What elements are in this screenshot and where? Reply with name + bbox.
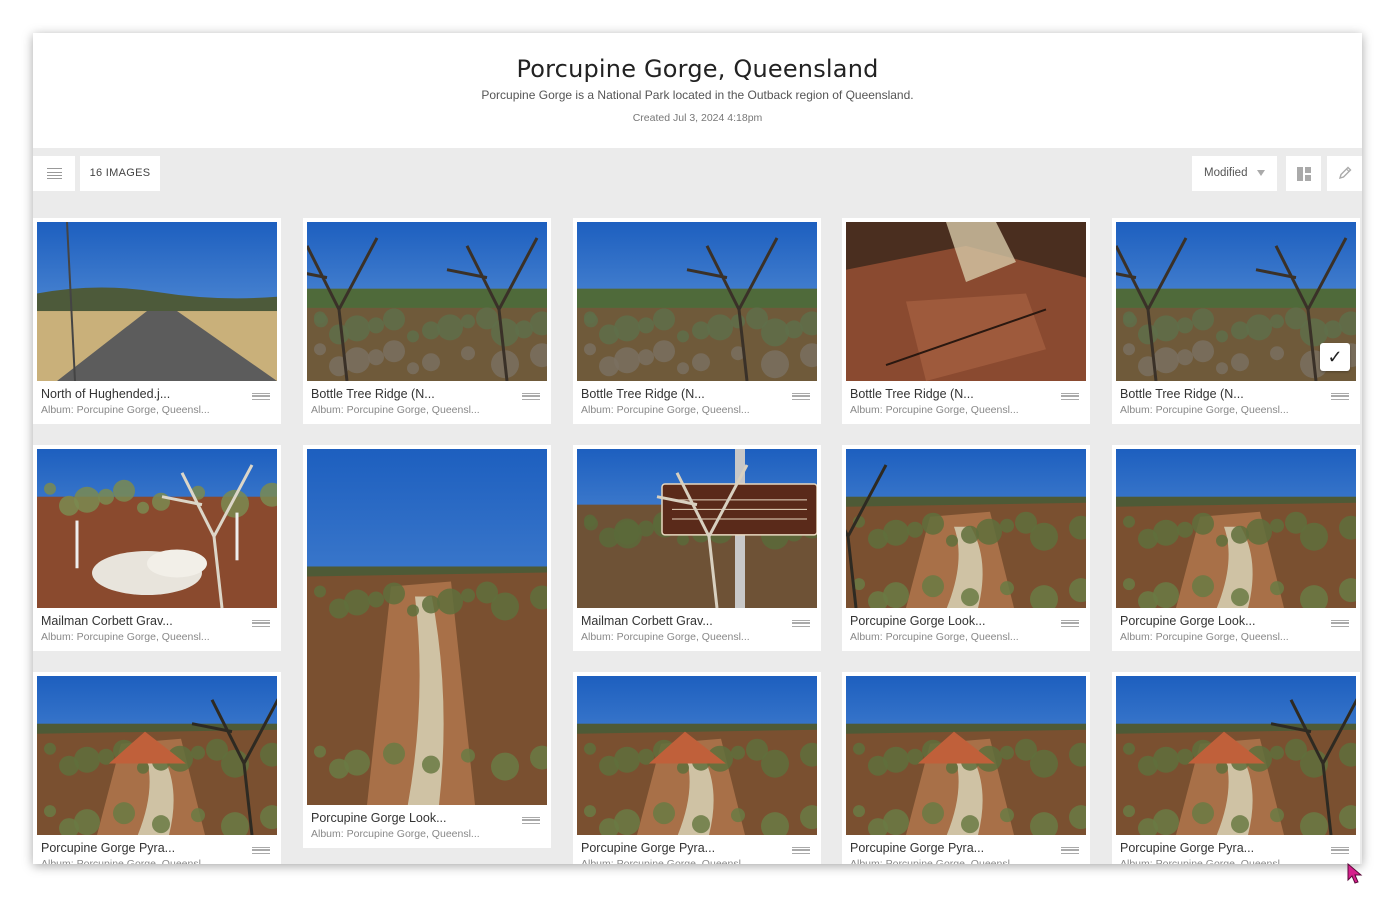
drag-handle-icon[interactable] [1061, 620, 1079, 627]
image-thumbnail[interactable] [577, 222, 817, 381]
drag-handle-icon[interactable] [1061, 847, 1079, 854]
drag-handle-icon[interactable] [1331, 847, 1349, 854]
image-title: Porcupine Gorge Pyra... [41, 841, 176, 855]
hamburger-icon [47, 168, 62, 179]
caret-down-icon [1257, 170, 1265, 176]
drag-handle-icon[interactable] [1061, 393, 1079, 400]
image-count-button[interactable]: 16 IMAGES [80, 156, 160, 191]
edit-button[interactable] [1327, 156, 1362, 191]
image-title: Porcupine Gorge Look... [311, 811, 447, 825]
image-title: North of Hughended.j... [41, 387, 171, 401]
image-thumbnail[interactable] [1116, 676, 1356, 835]
image-card[interactable]: Porcupine Gorge Look... Album: Porcupine … [303, 445, 551, 848]
image-thumbnail[interactable] [846, 449, 1086, 608]
image-thumbnail[interactable] [307, 449, 547, 805]
image-thumbnail[interactable] [846, 222, 1086, 381]
image-card[interactable]: Bottle Tree Ridge (N... Album: Porcupine … [842, 218, 1090, 424]
image-card[interactable]: Porcupine Gorge Look... Album: Porcupine … [842, 445, 1090, 651]
image-card[interactable]: Bottle Tree Ridge (N... Album: Porcupine … [303, 218, 551, 424]
sort-dropdown[interactable]: Modified [1192, 156, 1277, 191]
mouse-cursor-icon [1347, 863, 1363, 884]
drag-handle-icon[interactable] [792, 620, 810, 627]
image-card[interactable]: Porcupine Gorge Pyra... Album: Porcupine … [1112, 672, 1360, 864]
image-album: Album: Porcupine Gorge, Queensl... [41, 404, 210, 416]
image-title: Mailman Corbett Grav... [581, 614, 713, 628]
image-title: Mailman Corbett Grav... [41, 614, 173, 628]
image-album: Album: Porcupine Gorge, Queensl... [311, 404, 480, 416]
image-album: Album: Porcupine Gorge, Queensl... [41, 858, 210, 864]
image-title: Bottle Tree Ridge (N... [311, 387, 435, 401]
image-title: Porcupine Gorge Look... [1120, 614, 1256, 628]
layout-button[interactable] [1286, 156, 1321, 191]
image-card[interactable]: Porcupine Gorge Pyra... Album: Porcupine … [33, 672, 281, 864]
drag-handle-icon[interactable] [522, 817, 540, 824]
image-thumbnail[interactable] [577, 676, 817, 835]
image-card[interactable]: Bottle Tree Ridge (N... Album: Porcupine … [1112, 218, 1360, 424]
drag-handle-icon[interactable] [1331, 393, 1349, 400]
selected-check-icon[interactable]: ✓ [1320, 343, 1350, 371]
image-album: Album: Porcupine Gorge, Queensl... [311, 828, 480, 840]
image-album: Album: Porcupine Gorge, Queensl... [581, 858, 750, 864]
image-card[interactable]: Porcupine Gorge Look... Album: Porcupine … [1112, 445, 1360, 651]
album-description: Porcupine Gorge is a National Park locat… [481, 88, 914, 102]
image-card[interactable]: Porcupine Gorge Pyra... Album: Porcupine … [842, 672, 1090, 864]
image-card[interactable]: Bottle Tree Ridge (N... Album: Porcupine … [573, 218, 821, 424]
image-title: Porcupine Gorge Pyra... [581, 841, 716, 855]
album-header: Porcupine Gorge, Queensland Porcupine Go… [33, 33, 1362, 148]
drag-handle-icon[interactable] [792, 393, 810, 400]
image-album: Album: Porcupine Gorge, Queensl... [850, 404, 1019, 416]
image-card[interactable]: Mailman Corbett Grav... Album: Porcupine … [573, 445, 821, 651]
image-thumbnail[interactable] [577, 449, 817, 608]
created-date: Created Jul 3, 2024 4:18pm [632, 112, 763, 124]
image-album: Album: Porcupine Gorge, Queensl... [1120, 631, 1289, 643]
drag-handle-icon[interactable] [252, 847, 270, 854]
gallery-window: Porcupine Gorge, Queensland Porcupine Go… [33, 33, 1362, 864]
image-title: Porcupine Gorge Pyra... [850, 841, 985, 855]
drag-handle-icon[interactable] [1331, 620, 1349, 627]
image-album: Album: Porcupine Gorge, Queensl... [850, 631, 1019, 643]
image-card[interactable]: Porcupine Gorge Pyra... Album: Porcupine … [573, 672, 821, 864]
image-card[interactable]: Mailman Corbett Grav... Album: Porcupine … [33, 445, 281, 651]
drag-handle-icon[interactable] [522, 393, 540, 400]
image-card[interactable]: North of Hughended.j... Album: Porcupine … [33, 218, 281, 424]
image-title: Bottle Tree Ridge (N... [850, 387, 974, 401]
image-title: Bottle Tree Ridge (N... [581, 387, 705, 401]
image-thumbnail[interactable] [846, 676, 1086, 835]
image-thumbnail[interactable] [37, 449, 277, 608]
menu-button[interactable] [33, 156, 75, 191]
drag-handle-icon[interactable] [792, 847, 810, 854]
drag-handle-icon[interactable] [252, 620, 270, 627]
sort-label: Modified [1204, 167, 1248, 179]
image-title: Bottle Tree Ridge (N... [1120, 387, 1244, 401]
image-album: Album: Porcupine Gorge, Queensl... [1120, 858, 1289, 864]
page-title: Porcupine Gorge, Queensland [516, 55, 879, 83]
image-album: Album: Porcupine Gorge, Queensl... [850, 858, 1019, 864]
grid-layout-icon [1297, 167, 1311, 181]
image-title: Porcupine Gorge Pyra... [1120, 841, 1255, 855]
image-thumbnail[interactable] [1116, 449, 1356, 608]
image-thumbnail[interactable] [37, 676, 277, 835]
image-album: Album: Porcupine Gorge, Queensl... [41, 631, 210, 643]
pencil-icon [1338, 166, 1352, 180]
image-thumbnail[interactable] [37, 222, 277, 381]
image-album: Album: Porcupine Gorge, Queensl... [581, 631, 750, 643]
image-album: Album: Porcupine Gorge, Queensl... [581, 404, 750, 416]
image-album: Album: Porcupine Gorge, Queensl... [1120, 404, 1289, 416]
image-title: Porcupine Gorge Look... [850, 614, 986, 628]
drag-handle-icon[interactable] [252, 393, 270, 400]
image-thumbnail[interactable] [307, 222, 547, 381]
